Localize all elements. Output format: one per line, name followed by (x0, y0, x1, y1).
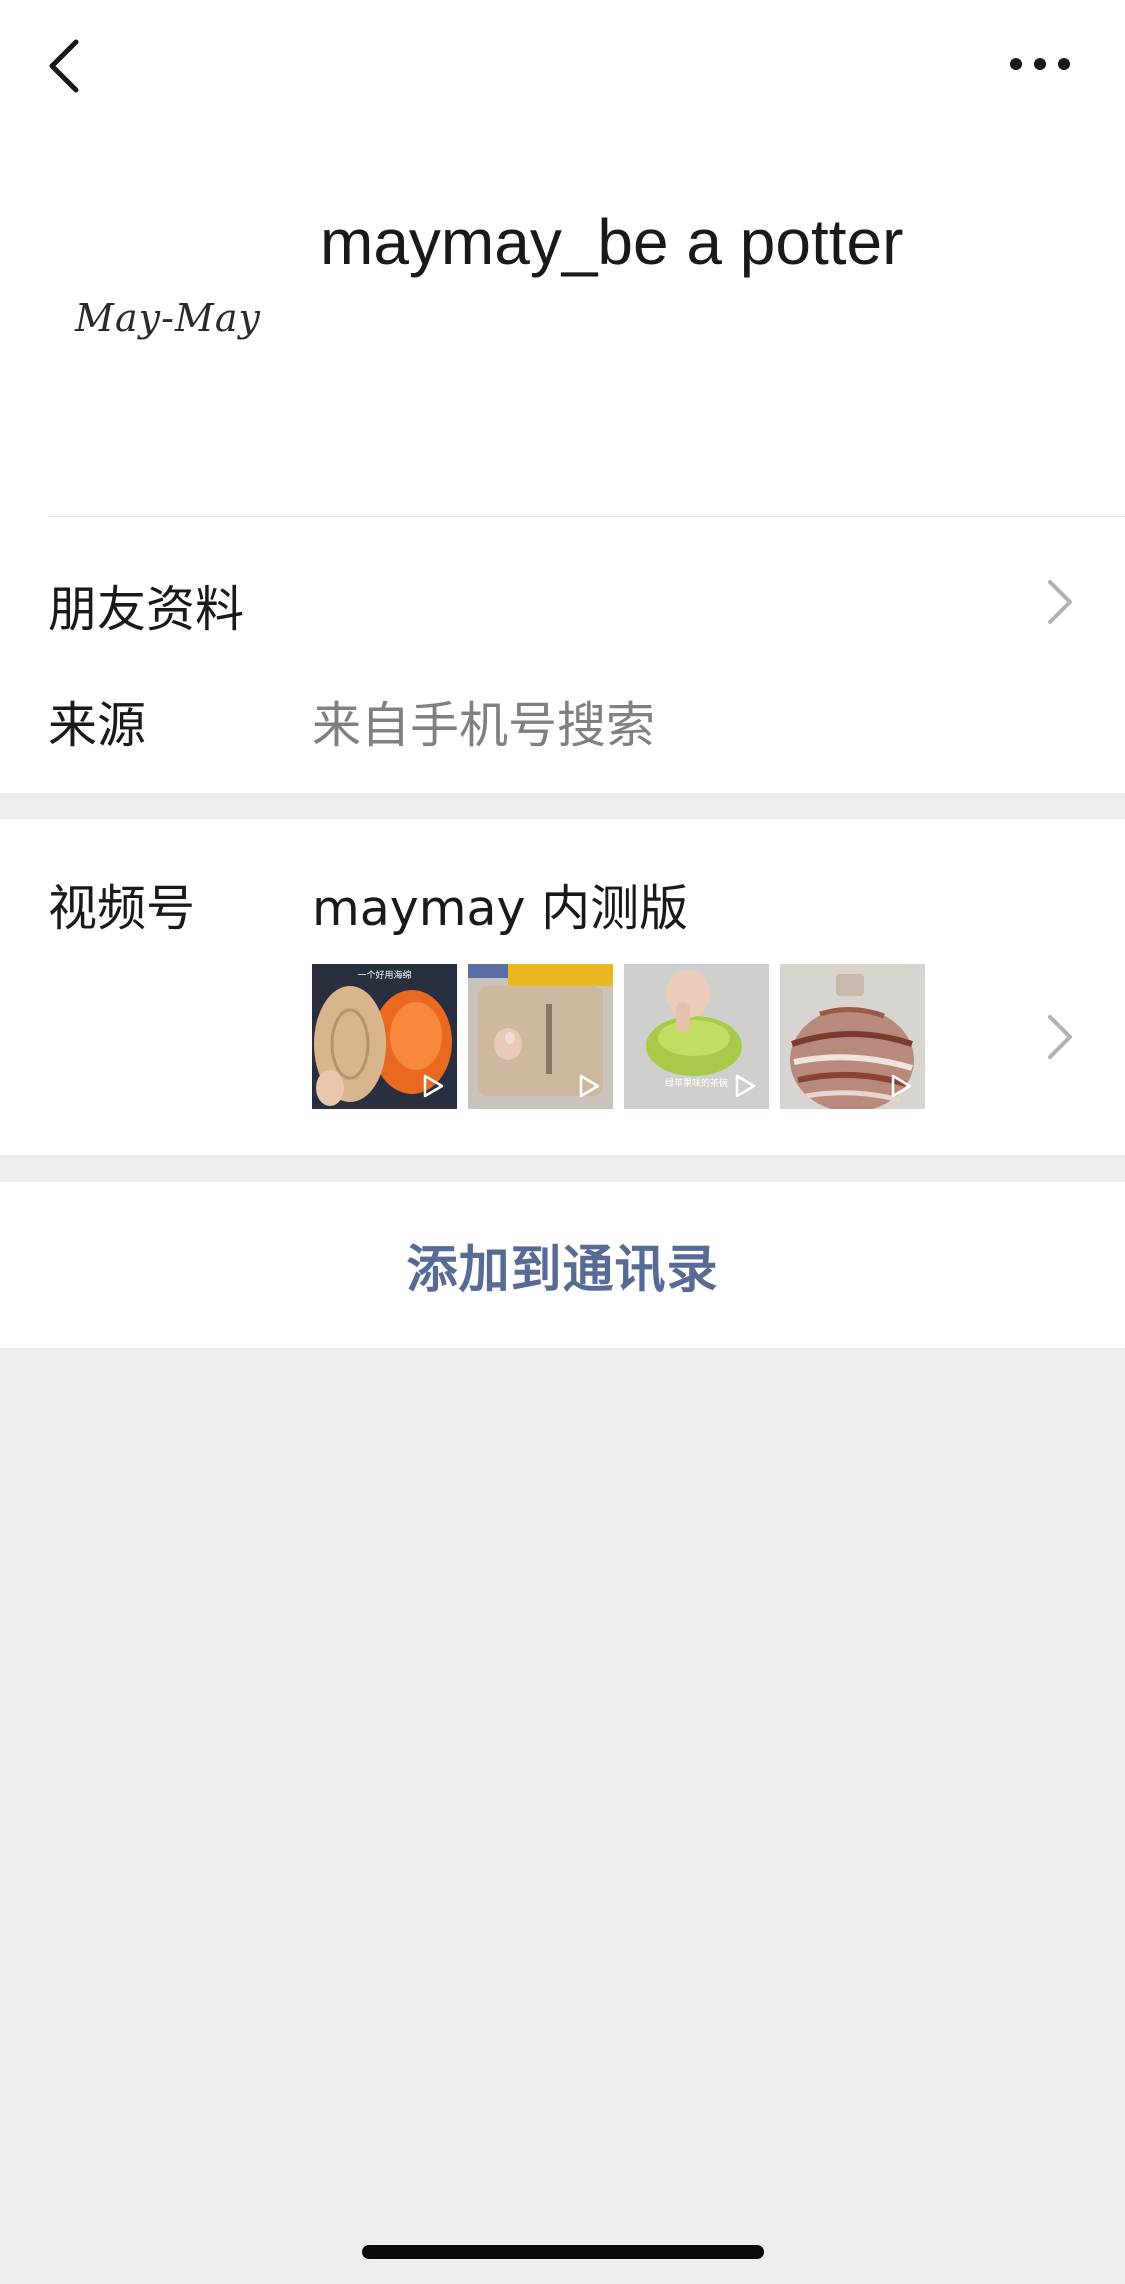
avatar-logo-text: May-May (75, 296, 261, 340)
add-to-contacts-label: 添加到通讯录 (406, 1241, 719, 1300)
chevron-right-icon (1048, 580, 1072, 624)
channels-label: 视频号 (48, 880, 196, 937)
source-value: 来自手机号搜索 (312, 697, 656, 754)
play-icon (891, 1074, 912, 1098)
section-gap (0, 1155, 1125, 1182)
home-indicator[interactable] (362, 2245, 764, 2259)
chevron-left-icon (49, 39, 79, 93)
more-button[interactable] (1004, 40, 1076, 88)
more-dots-icon (1010, 58, 1070, 70)
chevron-right-icon (1048, 1015, 1072, 1059)
video-thumbnail[interactable] (780, 964, 925, 1109)
friend-info-label: 朋友资料 (48, 581, 245, 638)
thumbnail-caption: 一个好用海绵 (357, 971, 412, 981)
profile-header: May-May maymay_be a potter 朋友资料 来源 来自手机号… (0, 0, 1125, 793)
source-label: 来源 (48, 697, 147, 754)
avatar[interactable]: May-May (48, 198, 288, 438)
channels-row[interactable]: 视频号 maymay 内测版 一个好用海绵 绿苹果味的茶碗 (0, 819, 1125, 1155)
profile-name: maymay_be a potter (320, 206, 904, 278)
play-icon (735, 1074, 756, 1098)
play-icon (423, 1074, 444, 1098)
add-to-contacts-button[interactable]: 添加到通讯录 (0, 1182, 1125, 1348)
video-thumbnail[interactable] (468, 964, 613, 1109)
friend-info-row[interactable]: 朋友资料 (0, 552, 1125, 652)
video-thumbnail[interactable]: 绿苹果味的茶碗 (624, 964, 769, 1109)
divider (48, 516, 1125, 517)
play-icon (579, 1074, 600, 1098)
channels-name: maymay 内测版 (312, 880, 689, 937)
section-gap (0, 793, 1125, 819)
video-thumbnail[interactable]: 一个好用海绵 (312, 964, 457, 1109)
back-button[interactable] (36, 30, 92, 102)
